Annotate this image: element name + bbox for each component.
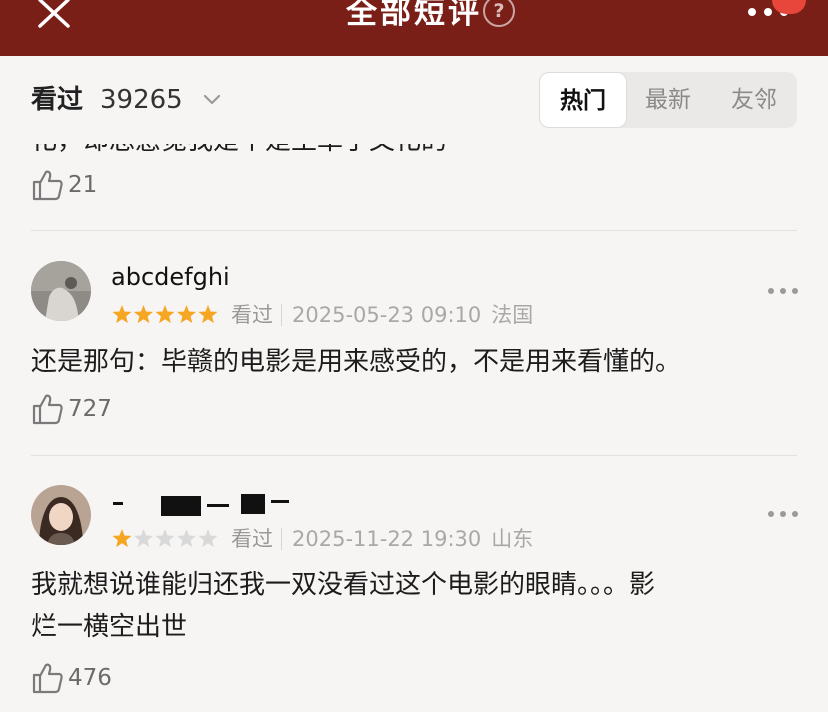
rating-stars	[112, 305, 218, 324]
star-empty-icon	[176, 529, 197, 548]
avatar-image	[31, 485, 91, 545]
star-filled-icon	[112, 305, 132, 324]
filter-bar: 看过 39265 热门 最新 友邻	[0, 56, 828, 144]
review-text: 还是那句：毕赣的电影是用来感受的，不是用来看懂的。	[31, 347, 682, 377]
avatar[interactable]	[31, 261, 91, 321]
redaction-block	[241, 494, 265, 514]
review-text-line: 我就想说谁能归还我一双没看过这个电影的眼睛。。。影	[31, 570, 656, 600]
dot-icon	[768, 511, 774, 517]
like-count: 21	[68, 172, 98, 198]
review-partial-text-clip: 化，却总感觉我是个是王革了文化的	[0, 144, 828, 160]
review-more-button[interactable]	[768, 286, 798, 298]
redaction-block	[207, 504, 229, 507]
page-title: 全部短评	[346, 0, 482, 31]
star-filled-icon	[198, 305, 218, 324]
review-meta: 看过 2025-11-22 19:30 山东	[111, 524, 533, 554]
divider	[31, 230, 797, 231]
tab-latest[interactable]: 最新	[627, 72, 709, 128]
star-filled-icon	[133, 305, 154, 324]
dot-icon	[764, 8, 772, 16]
redaction-block	[271, 500, 289, 503]
review-meta: 看过 2025-05-23 09:10 法国	[111, 300, 533, 330]
separator	[281, 528, 282, 550]
dot-icon	[780, 511, 786, 517]
username-redacted[interactable]	[111, 492, 301, 518]
username[interactable]: abcdefghi	[111, 262, 230, 292]
seen-count: 39265	[100, 85, 183, 115]
like-count: 727	[68, 396, 112, 422]
dot-icon	[748, 8, 756, 16]
review-text-line: 烂一横空出世	[31, 612, 188, 642]
review-time: 2025-11-22 19:30	[292, 527, 482, 551]
tab-hot[interactable]: 热门	[539, 72, 627, 128]
review-time: 2025-05-23 09:10	[292, 303, 482, 327]
separator	[281, 304, 282, 326]
top-bar: 全部短评 ?	[0, 0, 828, 56]
watch-status: 看过	[231, 303, 273, 327]
star-filled-icon	[176, 305, 197, 324]
review-text: 我就想说谁能归还我一双没看过这个电影的眼睛。。。影 烂一横空出世	[31, 564, 801, 648]
thumbs-up-icon	[32, 394, 63, 425]
star-filled-icon	[112, 529, 132, 548]
review-text: 化，却总感觉我是个是王革了文化的	[31, 144, 801, 160]
review-location: 山东	[491, 527, 534, 551]
review-location: 法国	[491, 303, 534, 327]
dot-icon	[792, 511, 798, 517]
dot-icon	[780, 288, 786, 294]
sort-tabs: 热门 最新 友邻	[539, 72, 797, 128]
avatar[interactable]	[31, 485, 91, 545]
chevron-down-icon[interactable]	[203, 94, 221, 106]
thumbs-up-icon	[32, 170, 63, 201]
like-count: 476	[68, 665, 112, 691]
dot-icon	[768, 288, 774, 294]
star-empty-icon	[198, 529, 218, 548]
help-icon: ?	[493, 0, 505, 22]
star-empty-icon	[155, 529, 175, 548]
avatar-image	[31, 261, 91, 321]
redaction-block	[113, 502, 123, 505]
review-more-button[interactable]	[768, 509, 798, 521]
tab-friends[interactable]: 友邻	[711, 72, 797, 128]
watch-status: 看过	[231, 527, 273, 551]
thumbs-up-icon	[32, 663, 63, 694]
divider	[31, 455, 797, 456]
redaction-block	[161, 496, 201, 516]
seen-filter-label[interactable]: 看过	[31, 84, 83, 116]
star-empty-icon	[133, 529, 154, 548]
star-filled-icon	[155, 305, 175, 324]
rating-stars	[112, 529, 218, 548]
dot-icon	[792, 288, 798, 294]
